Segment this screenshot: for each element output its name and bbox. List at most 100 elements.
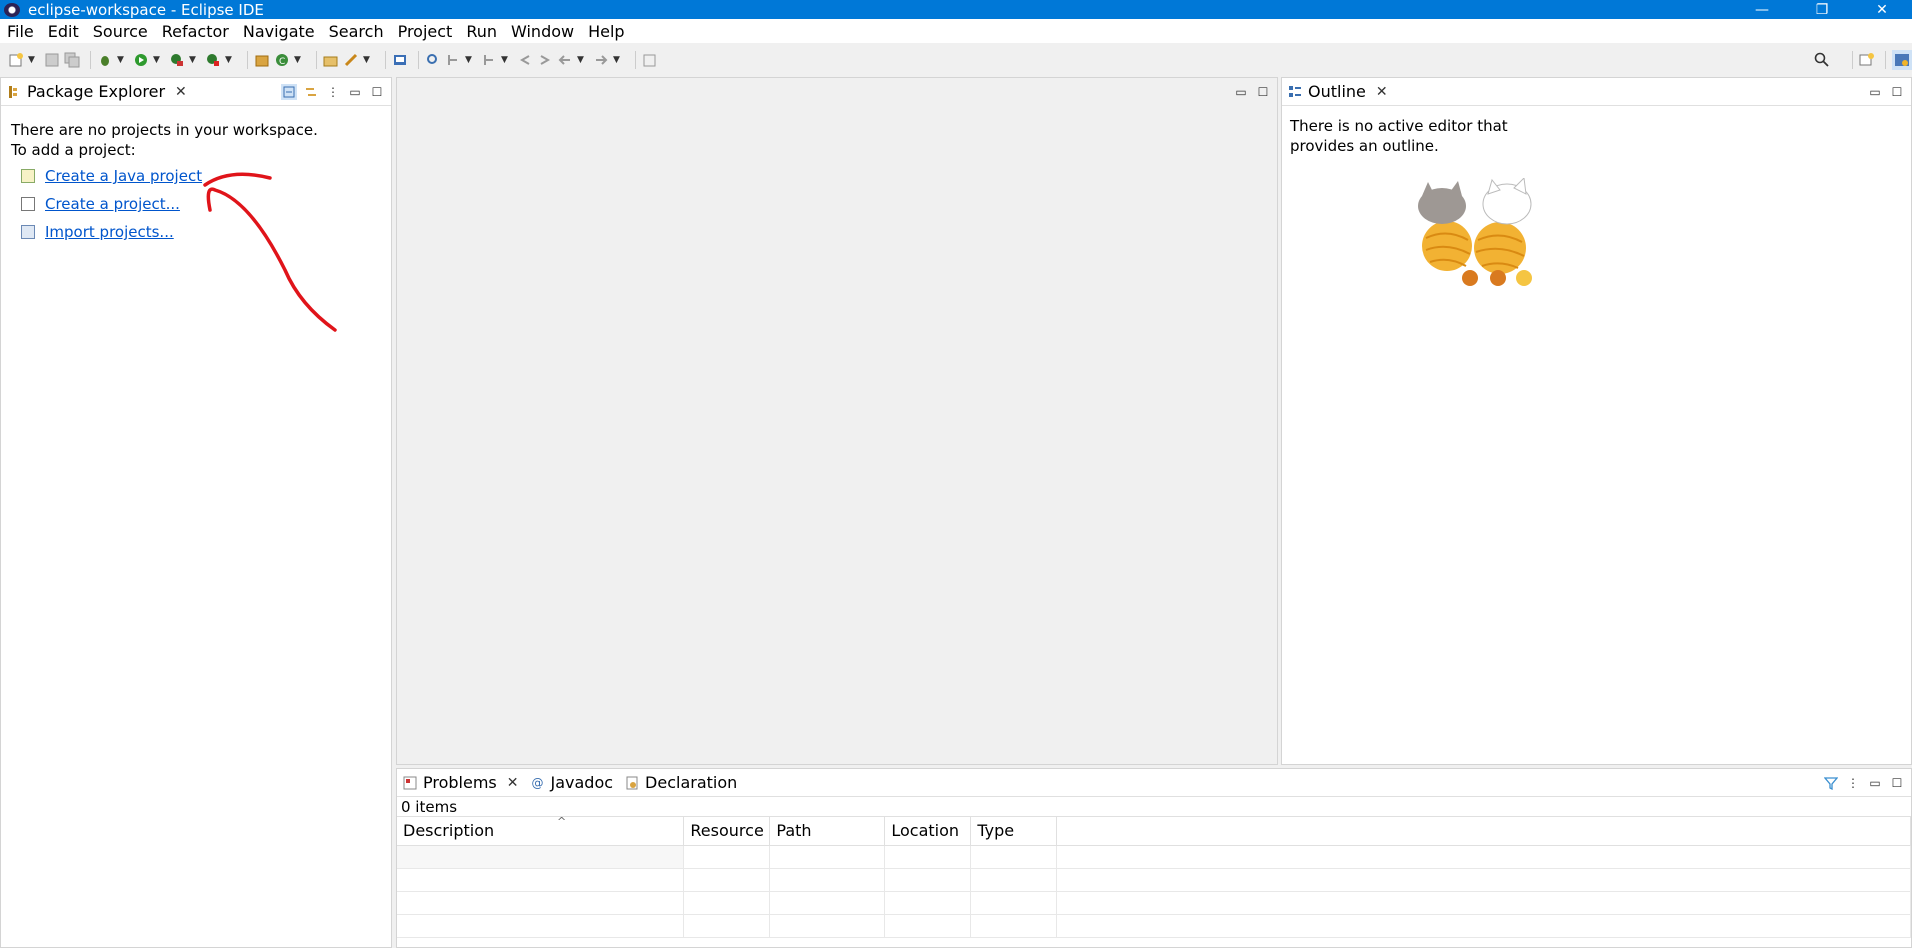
declaration-icon: [625, 776, 639, 790]
tab-javadoc-label: Javadoc: [550, 773, 614, 792]
new-project-icon: [21, 197, 35, 211]
menu-search[interactable]: Search: [322, 22, 391, 41]
view-menu-icon[interactable]: ⋮: [1845, 775, 1861, 791]
menu-refactor[interactable]: Refactor: [155, 22, 236, 41]
tab-outline[interactable]: Outline ✕: [1282, 78, 1394, 106]
outline-tools: ▭ ☐: [1861, 78, 1905, 106]
close-button[interactable]: ✕: [1852, 0, 1912, 19]
collapse-all-icon[interactable]: [281, 84, 297, 100]
toolbar-separator: [90, 51, 91, 69]
toggle-mark-occurrences-icon[interactable]: [425, 52, 441, 68]
previous-annotation-icon[interactable]: [481, 52, 497, 68]
new-java-package-icon[interactable]: [254, 52, 270, 68]
maximize-view-icon[interactable]: ☐: [369, 84, 385, 100]
new-dropdown-icon[interactable]: ▼: [28, 52, 38, 68]
menu-window[interactable]: Window: [504, 22, 581, 41]
coverage-icon[interactable]: [169, 52, 185, 68]
open-type-icon[interactable]: [323, 52, 339, 68]
tab-package-explorer-label: Package Explorer: [27, 82, 166, 101]
column-path[interactable]: Path: [769, 817, 886, 846]
debug-icon[interactable]: [97, 52, 113, 68]
save-all-icon[interactable]: [64, 52, 80, 68]
back-dropdown-icon[interactable]: ▼: [577, 52, 587, 68]
create-project-row[interactable]: Create a project...: [21, 194, 381, 214]
open-perspective-icon[interactable]: [1859, 52, 1875, 68]
tab-javadoc[interactable]: @ Javadoc: [524, 769, 619, 797]
package-explorer-body: There are no projects in your workspace.…: [1, 106, 391, 256]
external-tools-icon[interactable]: [205, 52, 221, 68]
column-resource[interactable]: Resource: [683, 817, 771, 846]
toolbar-separator: [1885, 51, 1886, 69]
external-tools-dropdown-icon[interactable]: ▼: [225, 52, 235, 68]
next-annotation-dropdown-icon[interactable]: ▼: [465, 52, 475, 68]
menu-help[interactable]: Help: [581, 22, 631, 41]
close-icon[interactable]: ✕: [1376, 84, 1388, 100]
edit-location-icon[interactable]: [537, 52, 553, 68]
last-edit-location-icon[interactable]: [517, 52, 533, 68]
problems-item-count: 0 items: [397, 797, 1911, 817]
back-icon[interactable]: [557, 52, 573, 68]
open-task-dropdown-icon[interactable]: ▼: [363, 52, 373, 68]
minimize-button[interactable]: —: [1732, 0, 1792, 19]
view-menu-icon[interactable]: ⋮: [325, 84, 341, 100]
java-perspective-icon[interactable]: [1892, 50, 1912, 70]
create-java-project-link[interactable]: Create a Java project: [45, 166, 202, 186]
cat-sticker-image: [1418, 178, 1532, 286]
new-icon[interactable]: [8, 52, 24, 68]
svg-text:C: C: [279, 57, 285, 67]
toolbar-separator: [635, 51, 636, 69]
column-description[interactable]: ^ Description: [397, 815, 685, 846]
editor-tabbar: ▭ ☐: [397, 78, 1277, 106]
import-projects-link[interactable]: Import projects...: [45, 222, 174, 242]
tab-declaration[interactable]: Declaration: [619, 769, 743, 797]
title-bar: eclipse-workspace - Eclipse IDE — ❐ ✕: [0, 0, 1912, 19]
maximize-editor-icon[interactable]: ☐: [1255, 84, 1271, 100]
new-class-dropdown-icon[interactable]: ▼: [294, 52, 304, 68]
menu-project[interactable]: Project: [391, 22, 460, 41]
toolbar-separator: [385, 51, 386, 69]
table-row: [397, 914, 1911, 938]
new-java-class-icon[interactable]: C: [274, 52, 290, 68]
forward-icon[interactable]: [593, 52, 609, 68]
menu-file[interactable]: File: [0, 22, 41, 41]
maximize-view-icon[interactable]: ☐: [1889, 775, 1905, 791]
filter-icon[interactable]: [1823, 775, 1839, 791]
tab-problems[interactable]: Problems ✕: [397, 769, 524, 797]
create-java-project-row[interactable]: Create a Java project: [21, 166, 381, 186]
column-type[interactable]: Type: [970, 817, 1058, 846]
create-project-link[interactable]: Create a project...: [45, 194, 180, 214]
pin-editor-icon[interactable]: [642, 52, 658, 68]
save-icon[interactable]: [44, 52, 60, 68]
next-annotation-icon[interactable]: [445, 52, 461, 68]
outline-message: There is no active editor that provides …: [1290, 117, 1508, 155]
debug-dropdown-icon[interactable]: ▼: [117, 52, 127, 68]
menu-navigate[interactable]: Navigate: [236, 22, 322, 41]
minimize-view-icon[interactable]: ▭: [1867, 775, 1883, 791]
close-icon[interactable]: ✕: [507, 775, 519, 791]
tab-package-explorer[interactable]: Package Explorer ✕: [1, 78, 193, 106]
search-icon[interactable]: [1814, 52, 1830, 68]
open-task-icon[interactable]: [343, 52, 359, 68]
menu-run[interactable]: Run: [459, 22, 504, 41]
minimize-view-icon[interactable]: ▭: [347, 84, 363, 100]
coverage-dropdown-icon[interactable]: ▼: [189, 52, 199, 68]
terminal-icon[interactable]: [392, 52, 408, 68]
window-title: eclipse-workspace - Eclipse IDE: [28, 0, 264, 19]
previous-annotation-dropdown-icon[interactable]: ▼: [501, 52, 511, 68]
minimize-view-icon[interactable]: ▭: [1867, 84, 1883, 100]
main-toolbar: ▼ ▼ ▼ ▼ ▼ C ▼ ▼ ▼ ▼ ▼ ▼: [0, 43, 1912, 77]
run-dropdown-icon[interactable]: ▼: [153, 52, 163, 68]
column-location[interactable]: Location: [884, 817, 972, 846]
link-with-editor-icon[interactable]: [303, 84, 319, 100]
import-projects-row[interactable]: Import projects...: [21, 222, 381, 242]
restore-button[interactable]: ❐: [1792, 0, 1852, 19]
close-icon[interactable]: ✕: [175, 84, 187, 100]
menu-edit[interactable]: Edit: [41, 22, 86, 41]
forward-dropdown-icon[interactable]: ▼: [613, 52, 623, 68]
minimize-editor-icon[interactable]: ▭: [1233, 84, 1249, 100]
maximize-view-icon[interactable]: ☐: [1889, 84, 1905, 100]
problems-icon: [403, 776, 417, 790]
bottom-tabbar: Problems ✕ @ Javadoc Declaration ⋮ ▭ ☐: [397, 769, 1911, 797]
run-icon[interactable]: [133, 52, 149, 68]
menu-source[interactable]: Source: [86, 22, 155, 41]
